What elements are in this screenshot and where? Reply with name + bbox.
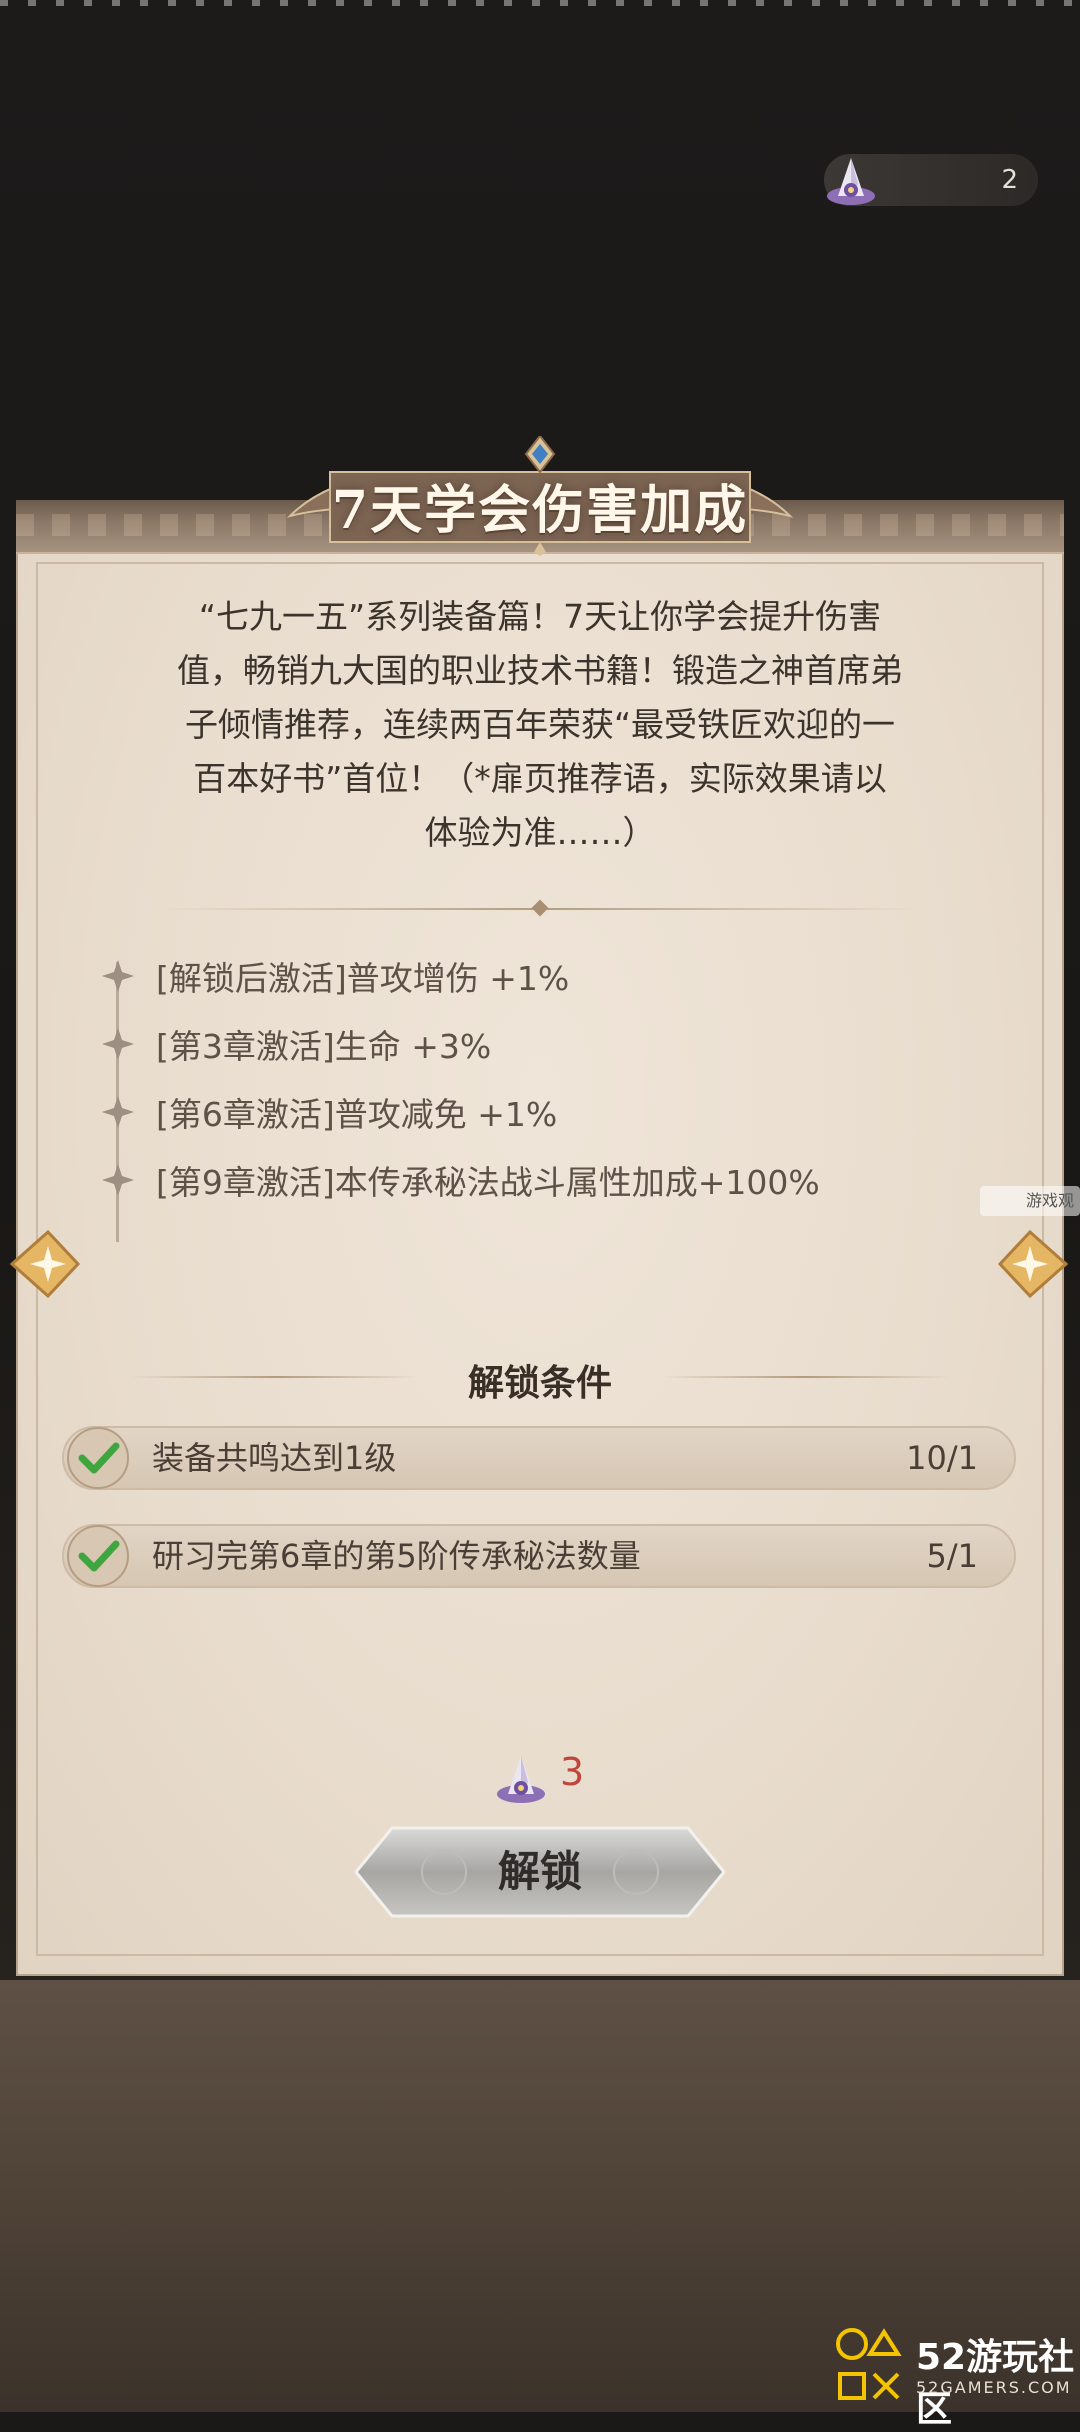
next-page-arrow[interactable] [990, 1224, 1070, 1304]
condition-row: 装备共鸣达到1级 10/1 [62, 1426, 1016, 1490]
book-description: “七九一五”系列装备篇！7天让你学会提升伤害 值，畅销九大国的职业技术书籍！锻造… [110, 590, 970, 860]
description-line: 百本好书”首位！（*扉页推荐语，实际效果请以 [193, 759, 887, 798]
bonus-text: [第6章激活]普攻减免 +1% [156, 1095, 558, 1134]
unlock-cost: 3 [488, 1744, 608, 1814]
check-icon [67, 1525, 129, 1587]
condition-label: 装备共鸣达到1级 [152, 1439, 397, 1477]
sparkle-icon [102, 1096, 134, 1128]
brand-watermark: 52游玩社区 52GAMERS.COM [832, 2322, 1080, 2430]
unlock-button[interactable]: 解锁 [352, 1822, 728, 1922]
brand-url: 52GAMERS.COM [916, 2378, 1072, 2397]
bonus-item: [第3章激活]生命 +3% [100, 1010, 1000, 1078]
previous-page-arrow[interactable] [8, 1224, 88, 1304]
sparkle-icon [102, 960, 134, 992]
description-line: 值，畅销九大国的职业技术书籍！锻造之神首席弟 [177, 651, 903, 690]
conditions-title: 解锁条件 [467, 1363, 612, 1404]
description-line: 体验为准……） [424, 813, 656, 852]
bonus-item: [第9章激活]本传承秘法战斗属性加成+100% [100, 1146, 1000, 1214]
status-bar-dots [0, 0, 1080, 6]
currency-amount: 2 [1001, 165, 1018, 195]
condition-row: 研习完第6章的第5阶传承秘法数量 5/1 [62, 1524, 1016, 1588]
bonus-item: [解锁后激活]普攻增伤 +1% [100, 942, 1000, 1010]
side-watermark: 游戏观 [980, 1186, 1080, 1216]
sparkle-icon [102, 1028, 134, 1060]
condition-count: 10/1 [906, 1439, 978, 1477]
description-line: “七九一五”系列装备篇！7天让你学会提升伤害 [198, 597, 882, 636]
bonus-text: [第9章激活]本传承秘法战斗属性加成+100% [156, 1163, 820, 1202]
bonus-item: [第6章激活]普攻减免 +1% [100, 1078, 1000, 1146]
condition-label: 研习完第6章的第5阶传承秘法数量 [152, 1537, 641, 1575]
controller-buttons-icon [836, 2328, 902, 2400]
currency-counter: 2 [824, 154, 1038, 206]
crystal-icon [497, 1756, 545, 1803]
bonus-list: [解锁后激活]普攻增伤 +1% [第3章激活]生命 +3% [第6章激活]普攻减… [100, 942, 1000, 1242]
page-title: 7天学会伤害加成 [331, 480, 749, 541]
description-line: 子倾情推荐，连续两百年荣获“最受铁匠欢迎的一 [184, 705, 896, 744]
unlock-button-label: 解锁 [497, 1847, 582, 1896]
bonus-text: [解锁后激活]普攻增伤 +1% [156, 959, 570, 998]
check-icon [67, 1427, 129, 1489]
cost-amount: 3 [560, 1750, 585, 1794]
bonus-text: [第3章激活]生命 +3% [156, 1027, 492, 1066]
sparkle-icon [102, 1164, 134, 1196]
condition-count: 5/1 [926, 1537, 979, 1575]
